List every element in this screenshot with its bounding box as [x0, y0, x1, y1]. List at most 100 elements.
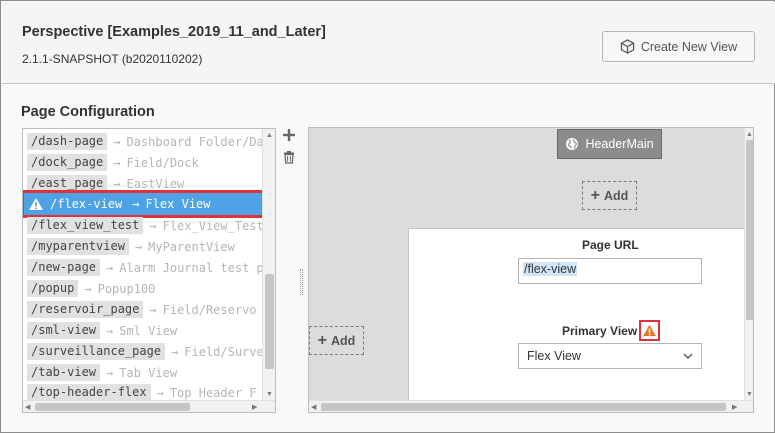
plus-icon: +	[317, 331, 328, 349]
scroll-up-icon[interactable]: ▲	[746, 130, 753, 139]
page-row-sml-view[interactable]: /sml-view → Sml View	[27, 321, 177, 340]
add-label: Add	[331, 333, 356, 348]
page-row-new-page[interactable]: /new-page → Alarm Journal test p	[27, 258, 264, 277]
page-list-vertical-thumb[interactable]	[265, 274, 274, 369]
page-row-myparentview[interactable]: /myparentview → MyParentView	[27, 237, 235, 256]
arrow-icon: →	[106, 323, 114, 338]
page-view: Flex_View_Test	[162, 218, 264, 233]
page-path: /dock_page	[27, 154, 108, 171]
scroll-down-icon[interactable]: ▼	[746, 390, 753, 399]
add-top-dock-button[interactable]: + Add	[582, 181, 637, 210]
page-url-label: Page URL	[582, 238, 639, 252]
page-row-flex-view[interactable]: /flex-view → Flex View	[23, 190, 266, 218]
scroll-right-icon[interactable]: ▶	[252, 403, 257, 412]
page-path: /new-page	[27, 259, 101, 276]
scroll-right-icon[interactable]: ▶	[732, 403, 737, 412]
page-list: /dash-page → Dashboard Folder/Da /dock_p…	[22, 128, 276, 413]
page-configuration-title: Page Configuration	[21, 104, 155, 120]
page-view: Field/Surve	[184, 344, 264, 359]
create-new-view-button[interactable]: Create New View	[602, 31, 755, 62]
scroll-up-icon[interactable]: ▲	[266, 131, 273, 140]
arrow-icon: →	[156, 385, 164, 400]
arrow-icon: →	[113, 176, 121, 191]
scroll-left-icon[interactable]: ◀	[311, 403, 316, 412]
main-view-area: Page URL /flex-view Primary View Flex Vi…	[409, 228, 744, 404]
page-path: /flex-view	[50, 196, 123, 211]
canvas-vertical-thumb[interactable]	[746, 140, 753, 320]
scroll-down-icon[interactable]: ▼	[266, 390, 273, 399]
page-row-popup[interactable]: /popup → Popup100	[27, 279, 155, 298]
create-new-view-label: Create New View	[640, 39, 738, 54]
page-list-horizontal-scrollbar[interactable]: ◀ ▶	[23, 400, 275, 412]
page-row-dash-page[interactable]: /dash-page → Dashboard Folder/Da	[27, 132, 264, 151]
primary-view-value: Flex View	[527, 349, 581, 363]
page-path: /myparentview	[27, 238, 129, 255]
scroll-left-icon[interactable]: ◀	[25, 403, 30, 412]
header-main-label: HeaderMain	[585, 137, 654, 151]
arrow-icon: →	[134, 239, 143, 254]
page-path: /reservoir_page	[27, 301, 144, 318]
plus-icon: +	[590, 186, 601, 204]
page-url-value: /flex-view	[523, 262, 578, 276]
window-frame: Perspective [Examples_2019_11_and_Later]…	[0, 0, 775, 433]
project-title: Perspective [Examples_2019_11_and_Later]	[22, 24, 326, 40]
warning-icon	[643, 324, 656, 337]
project-version: 2.1.1-SNAPSHOT (b2020110202)	[22, 52, 203, 66]
page-path: /dash-page	[27, 133, 108, 150]
page-url-input[interactable]: /flex-view	[518, 258, 702, 284]
arrow-icon: →	[149, 218, 157, 233]
header-main-dock[interactable]: HeaderMain	[557, 129, 662, 159]
warning-icon	[29, 198, 43, 210]
add-label: Add	[604, 188, 629, 203]
arrow-icon: →	[106, 260, 114, 275]
primary-view-label: Primary View	[562, 324, 638, 338]
arrow-icon: →	[113, 134, 121, 149]
arrow-icon: →	[149, 302, 157, 317]
page-path: /east_page	[27, 175, 108, 192]
page-view: Popup100	[97, 281, 156, 296]
page-row-surveillance-page[interactable]: /surveillance_page → Field/Surve	[27, 342, 264, 361]
chevron-down-icon	[683, 353, 693, 359]
arrow-icon: →	[84, 281, 92, 296]
page-list-tools	[282, 128, 296, 172]
page-list-vertical-scrollbar[interactable]: ▲ ▼	[262, 129, 275, 401]
canvas-vertical-scrollbar[interactable]: ▲ ▼	[744, 128, 753, 400]
canvas-horizontal-scrollbar[interactable]: ◀ ▶	[309, 400, 753, 412]
page-view: Dashboard Folder/Da	[126, 134, 264, 149]
page-view: MyParentView	[148, 239, 235, 254]
add-left-dock-button[interactable]: + Add	[309, 326, 364, 355]
page-path: /tab-view	[27, 364, 101, 381]
page-path: /top-header-flex	[27, 384, 151, 401]
arrow-icon: →	[132, 197, 140, 211]
page-view: Field/Dock	[126, 155, 199, 170]
add-page-icon[interactable]	[282, 128, 296, 142]
panel-splitter-handle[interactable]	[300, 269, 303, 295]
canvas-horizontal-thumb[interactable]	[321, 403, 726, 411]
left-dock-area: + Add	[309, 228, 409, 412]
cube-icon	[620, 39, 635, 54]
arrow-icon: →	[113, 155, 121, 170]
trash-icon[interactable]	[282, 150, 296, 164]
primary-view-select[interactable]: Flex View	[518, 343, 702, 369]
page-path: /popup	[27, 280, 79, 297]
page-layout-canvas: HeaderMain + Add + Add Page URL /flex-vi…	[308, 127, 754, 413]
page-path: /flex_view_test	[27, 217, 144, 234]
page-list-horizontal-thumb[interactable]	[35, 403, 190, 411]
page-view: Sml View	[119, 323, 178, 338]
page-row-flex-view-test[interactable]: /flex_view_test → Flex_View_Test	[27, 216, 264, 235]
page-path: /surveillance_page	[27, 343, 166, 360]
globe-icon	[566, 138, 579, 150]
page-row-dock-page[interactable]: /dock_page → Field/Dock	[27, 153, 199, 172]
page-view: Top Header F	[169, 385, 257, 400]
page-view: EastView	[126, 176, 185, 191]
page-view: Field/Reservo	[162, 302, 257, 317]
page-view: Alarm Journal test p	[119, 260, 264, 275]
primary-view-warning[interactable]	[639, 320, 660, 341]
page-row-tab-view[interactable]: /tab-view → Tab View	[27, 363, 177, 382]
project-header: Perspective [Examples_2019_11_and_Later]…	[2, 2, 775, 84]
page-row-east-page[interactable]: /east_page → EastView	[27, 174, 184, 193]
arrow-icon: →	[171, 344, 179, 359]
page-row-reservoir-page[interactable]: /reservoir_page → Field/Reservo	[27, 300, 257, 319]
arrow-icon: →	[106, 365, 114, 380]
page-view: Flex View	[145, 197, 211, 211]
